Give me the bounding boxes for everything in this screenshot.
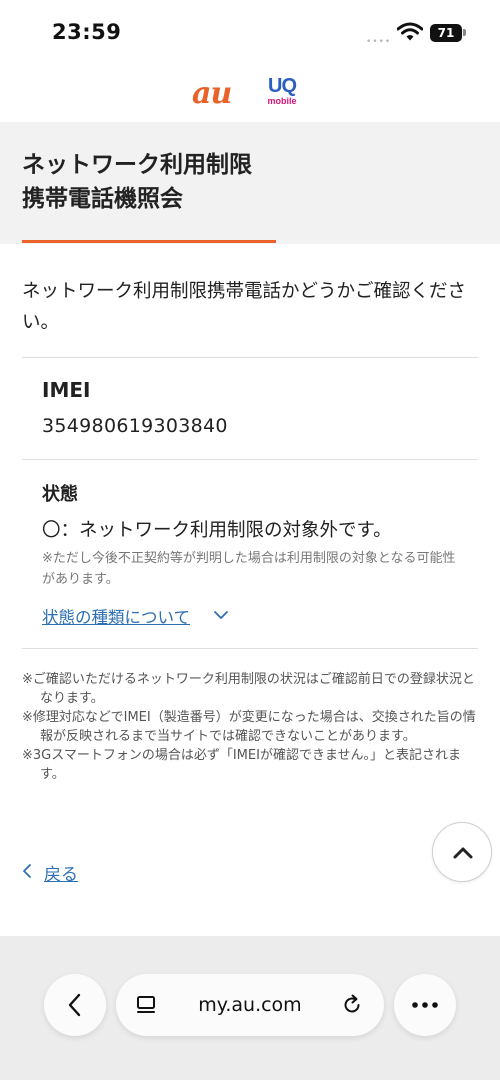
scroll-top-button[interactable]: [432, 822, 492, 882]
chevron-up-icon: [453, 847, 473, 859]
page-title-line1: ネットワーク利用制限: [22, 152, 252, 178]
imei-value: 354980619303840: [42, 415, 228, 437]
au-logo[interactable]: au: [192, 76, 232, 111]
status-time: 23:59: [52, 20, 122, 44]
page-title-line2: 携帯電話機照会: [22, 186, 183, 212]
chevron-left-icon: [68, 993, 81, 1017]
browser-more-button[interactable]: [394, 974, 456, 1036]
state-heading: 状態: [42, 484, 78, 505]
browser-toolbar: my.au.com: [0, 936, 500, 1080]
chevron-down-icon[interactable]: [212, 606, 230, 624]
note-item: ※ご確認いただけるネットワーク利用制限の状況はご確認前日での登録状況となります。: [22, 672, 475, 706]
divider: [22, 459, 478, 460]
state-types-link[interactable]: 状態の種類について: [42, 604, 190, 628]
state-note: ※ただし今後不正契約等が判明した場合は利用制限の対象となる可能性があります。: [42, 551, 456, 587]
page-title: ネットワーク利用制限 携帯電話機照会: [22, 148, 482, 216]
divider: [22, 648, 478, 649]
logo-row: au UQ mobile: [0, 62, 500, 122]
intro-text: ネットワーク利用制限携帯電話かどうかご確認ください。: [22, 281, 467, 333]
more-icon: [412, 1002, 438, 1008]
cellular-signal-icon: ••••: [366, 37, 392, 47]
wifi-icon: [396, 22, 424, 42]
battery-cap: [463, 29, 466, 36]
address-bar[interactable]: my.au.com: [116, 974, 384, 1036]
title-band: ネットワーク利用制限 携帯電話機照会: [0, 122, 500, 244]
uq-logo-subtext: mobile: [267, 96, 297, 106]
reload-icon[interactable]: [340, 993, 364, 1017]
title-accent-underline: [22, 240, 276, 243]
divider: [22, 357, 478, 358]
note-item: ※3Gスマートフォンの場合は必ず「IMEIが確認できません。」と表記されます。: [22, 748, 462, 782]
uq-logo-text: UQ: [268, 75, 297, 97]
browser-back-button[interactable]: [44, 974, 106, 1036]
chevron-left-icon: [20, 863, 34, 879]
state-status: 〇：ネットワーク利用制限の対象外です。: [42, 520, 392, 541]
imei-label: IMEI: [42, 378, 91, 402]
notes: ※ご確認いただけるネットワーク利用制限の状況はご確認前日での登録状況となります。…: [22, 670, 480, 784]
battery-icon: 71: [430, 24, 462, 42]
uq-mobile-logo[interactable]: UQ mobile: [262, 76, 302, 112]
note-item: ※修理対応などでIMEI（製造番号）が変更になった場合は、交換された旨の情報が反…: [22, 710, 476, 744]
status-bar: 23:59 •••• 71: [0, 0, 500, 62]
back-link-label[interactable]: 戻る: [44, 860, 78, 885]
